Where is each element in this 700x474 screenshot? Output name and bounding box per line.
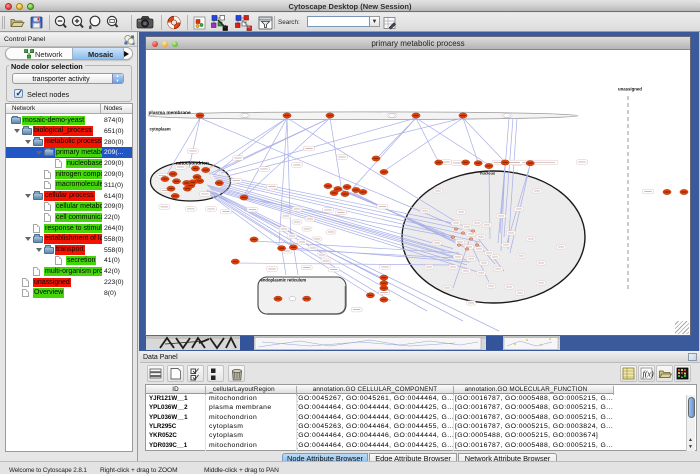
svg-text:f(x): f(x) bbox=[643, 370, 654, 379]
svg-text:endoplasmic reticulum: endoplasmic reticulum bbox=[261, 278, 307, 283]
svg-text:mitochondrion: mitochondrion bbox=[176, 161, 209, 166]
svg-text:unassigned: unassigned bbox=[618, 87, 642, 92]
svg-text:nucleus: nucleus bbox=[480, 170, 496, 175]
svg-text:cytoplasm: cytoplasm bbox=[150, 127, 171, 132]
svg-text:plasma membrane: plasma membrane bbox=[149, 110, 191, 116]
